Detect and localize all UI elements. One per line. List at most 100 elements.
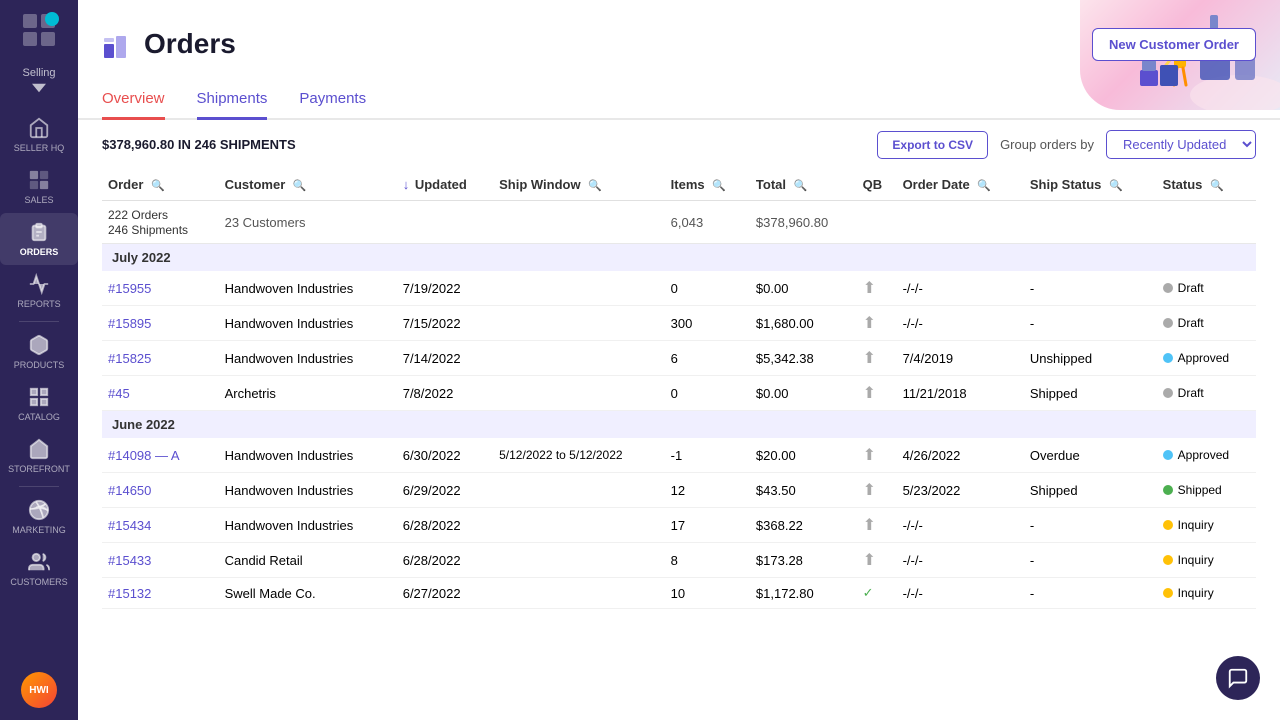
cell-ship-status: Shipped	[1024, 473, 1157, 508]
status-badge: Inquiry	[1163, 553, 1214, 567]
cell-order: #15825	[102, 341, 219, 376]
qb-check-icon: ✓	[863, 585, 874, 600]
order-link[interactable]: #15825	[108, 351, 151, 366]
sidebar-item-products[interactable]: PRODUCTS	[0, 326, 78, 378]
marketing-icon	[28, 499, 50, 521]
ship-status-search-icon[interactable]: 🔍	[1109, 180, 1123, 192]
col-order-date: Order Date 🔍	[897, 169, 1024, 201]
table-row: #15825 Handwoven Industries 7/14/2022 6 …	[102, 341, 1256, 376]
status-badge: Draft	[1163, 386, 1204, 400]
divider-1	[19, 321, 59, 322]
sidebar-item-seller-hq[interactable]: SELLER HQ	[0, 109, 78, 161]
cell-qb: ⬆	[857, 543, 897, 578]
cell-total: $43.50	[750, 473, 857, 508]
cell-items: 12	[665, 473, 750, 508]
status-badge: Approved	[1163, 448, 1229, 462]
table-row: #15433 Candid Retail 6/28/2022 8 $173.28…	[102, 543, 1256, 578]
status-search-icon[interactable]: 🔍	[1210, 180, 1224, 192]
cell-customer: Handwoven Industries	[219, 341, 397, 376]
status-text: Inquiry	[1178, 586, 1214, 600]
status-text: Approved	[1178, 351, 1229, 365]
tab-payments[interactable]: Payments	[299, 80, 366, 120]
cell-order: #15433	[102, 543, 219, 578]
sidebar-item-customers[interactable]: CUSTOMERS	[0, 543, 78, 595]
cell-items: 0	[665, 271, 750, 306]
cell-order-date: 4/26/2022	[897, 438, 1024, 473]
order-link[interactable]: #15434	[108, 518, 151, 533]
new-customer-order-button[interactable]: New Customer Order	[1092, 28, 1256, 61]
chat-button[interactable]	[1216, 656, 1260, 700]
group-label: June 2022	[102, 411, 1256, 439]
status-dot	[1163, 555, 1173, 565]
export-csv-button[interactable]: Export to CSV	[877, 131, 988, 159]
order-link[interactable]: #14098 — A	[108, 448, 180, 463]
summary-empty-ship-window	[493, 201, 665, 244]
cell-ship-window: 5/12/2022 to 5/12/2022	[493, 438, 665, 473]
cell-items: 8	[665, 543, 750, 578]
cell-customer: Archetris	[219, 376, 397, 411]
cell-items: 6	[665, 341, 750, 376]
cell-order: #15955	[102, 271, 219, 306]
order-link[interactable]: #45	[108, 386, 130, 401]
status-badge: Inquiry	[1163, 518, 1214, 532]
cell-total: $5,342.38	[750, 341, 857, 376]
cell-order-date: 11/21/2018	[897, 376, 1024, 411]
divider-2	[19, 486, 59, 487]
cell-ship-window	[493, 271, 665, 306]
sidebar-item-catalog[interactable]: CATALOG	[0, 378, 78, 430]
updated-sort-icon[interactable]: ↓	[403, 177, 410, 192]
selling-label: Selling	[22, 67, 55, 79]
catalog-icon	[28, 386, 50, 408]
order-search-icon[interactable]: 🔍	[151, 180, 165, 192]
table-row: #15955 Handwoven Industries 7/19/2022 0 …	[102, 271, 1256, 306]
cell-customer: Handwoven Industries	[219, 508, 397, 543]
sidebar-item-marketing[interactable]: MARKETING	[0, 491, 78, 543]
cell-total: $173.28	[750, 543, 857, 578]
status-badge: Approved	[1163, 351, 1229, 365]
table-row: #14650 Handwoven Industries 6/29/2022 12…	[102, 473, 1256, 508]
cell-order: #15132	[102, 578, 219, 609]
group-label: July 2022	[102, 244, 1256, 272]
order-link[interactable]: #15433	[108, 553, 151, 568]
cell-updated: 6/29/2022	[397, 473, 493, 508]
sidebar-item-orders[interactable]: ORDERS	[0, 213, 78, 265]
seller-hq-icon	[28, 117, 50, 139]
summary-customers: 23 Customers	[219, 201, 397, 244]
order-link[interactable]: #15132	[108, 586, 151, 601]
status-text: Approved	[1178, 448, 1229, 462]
summary-empty-order-date	[897, 201, 1024, 244]
total-search-icon[interactable]: 🔍	[794, 180, 808, 192]
order-link[interactable]: #15955	[108, 281, 151, 296]
group-by-select[interactable]: Recently Updated	[1106, 130, 1256, 159]
cell-order-date: 7/4/2019	[897, 341, 1024, 376]
sidebar-item-sales[interactable]: SALES	[0, 161, 78, 213]
cell-ship-window	[493, 578, 665, 609]
cell-ship-status: -	[1024, 306, 1157, 341]
cell-ship-status: Overdue	[1024, 438, 1157, 473]
group-header-0: July 2022	[102, 244, 1256, 272]
cell-qb: ⬆	[857, 376, 897, 411]
summary-empty-updated	[397, 201, 493, 244]
cell-ship-status: -	[1024, 271, 1157, 306]
sidebar-item-reports[interactable]: REPORTS	[0, 265, 78, 317]
logo-area	[21, 12, 57, 53]
cell-order: #15895	[102, 306, 219, 341]
order-link[interactable]: #14650	[108, 483, 151, 498]
customer-search-icon[interactable]: 🔍	[293, 180, 307, 192]
orders-label: ORDERS	[20, 247, 59, 257]
ship-window-search-icon[interactable]: 🔍	[588, 180, 602, 192]
items-search-icon[interactable]: 🔍	[712, 180, 726, 192]
selling-dropdown[interactable]: Selling	[16, 61, 61, 101]
order-date-search-icon[interactable]: 🔍	[977, 180, 991, 192]
tab-overview[interactable]: Overview	[102, 80, 165, 120]
summary-empty-qb	[857, 201, 897, 244]
cell-ship-window	[493, 473, 665, 508]
sidebar-item-storefront[interactable]: STOREFRONT	[0, 430, 78, 482]
summary-items: 6,043	[665, 201, 750, 244]
tab-shipments[interactable]: Shipments	[197, 80, 268, 120]
user-avatar[interactable]: HWI	[21, 672, 57, 708]
cell-updated: 6/27/2022	[397, 578, 493, 609]
col-items: Items 🔍	[665, 169, 750, 201]
cell-order: #14650	[102, 473, 219, 508]
order-link[interactable]: #15895	[108, 316, 151, 331]
